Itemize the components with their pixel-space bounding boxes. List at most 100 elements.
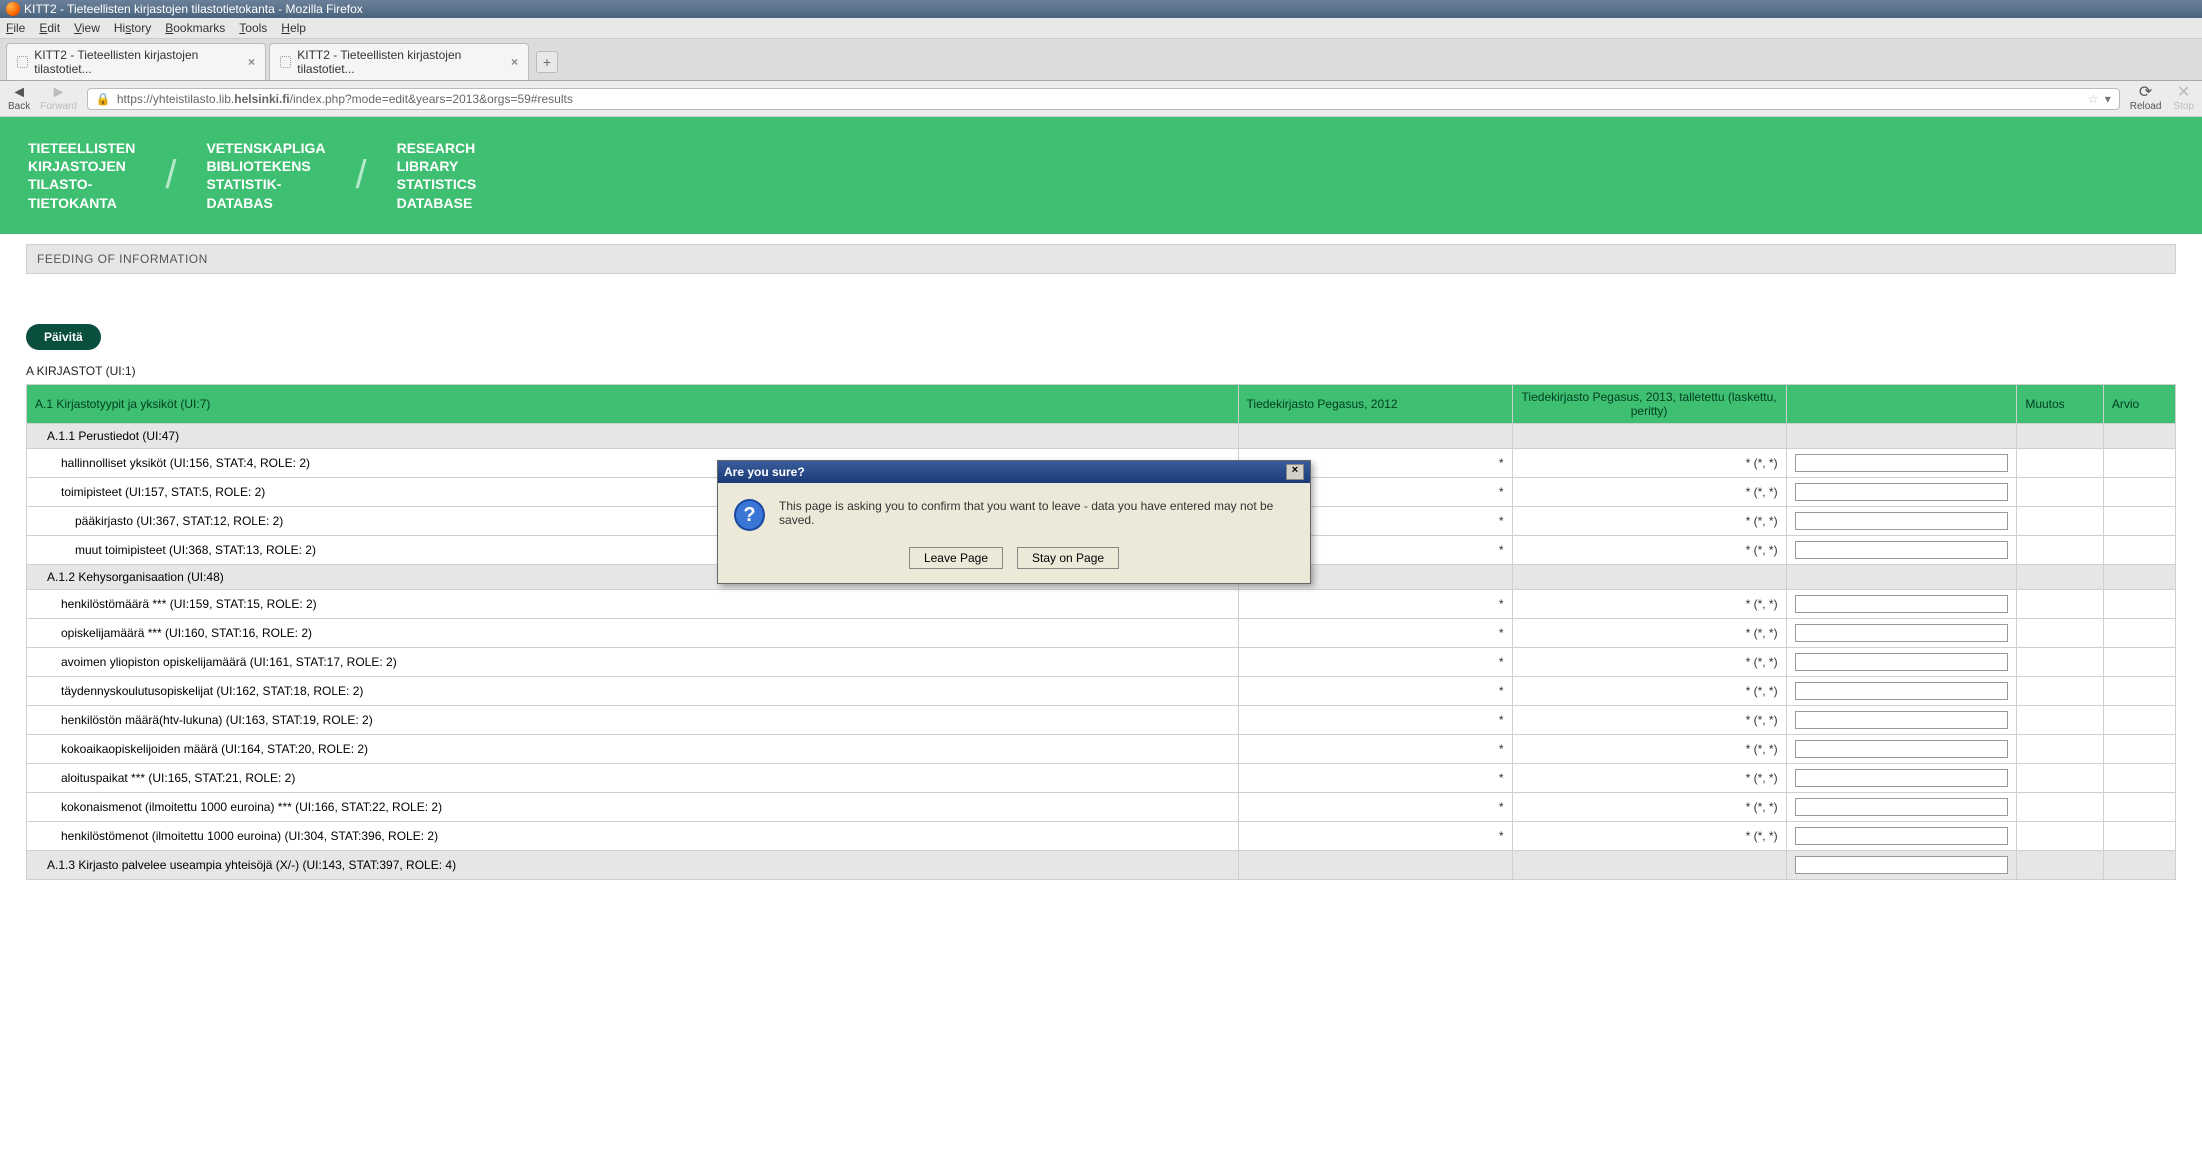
cell-muutos	[2017, 535, 2104, 564]
cell-arvio	[2103, 647, 2175, 676]
dialog-close-button[interactable]: ×	[1286, 464, 1304, 480]
reload-icon: ⟳	[2139, 85, 2152, 101]
stop-button[interactable]: ✕ Stop	[2173, 85, 2194, 112]
row-label: kokonaismenot (ilmoitettu 1000 euroina) …	[27, 792, 1239, 821]
window-titlebar: KITT2 - Tieteellisten kirjastojen tilast…	[0, 0, 2202, 18]
value-input[interactable]	[1795, 827, 2009, 845]
banner-link-sv[interactable]: VETENSKAPLIGA BIBLIOTEKENS STATISTIK- DA…	[206, 139, 325, 212]
url-text: https://yhteistilasto.lib.helsinki.fi/in…	[117, 92, 573, 106]
value-input[interactable]	[1795, 483, 2009, 501]
cell-arvio	[2103, 618, 2175, 647]
cell-muutos	[2017, 821, 2104, 850]
cell-empty	[1238, 423, 1512, 448]
cell-2012: *	[1238, 647, 1512, 676]
leave-page-button[interactable]: Leave Page	[909, 547, 1003, 569]
value-input[interactable]	[1795, 856, 2009, 874]
cell-arvio	[2103, 734, 2175, 763]
cell-2013: * (*, *)	[1512, 821, 1786, 850]
stop-label: Stop	[2173, 101, 2194, 112]
lock-icon: 🔒	[96, 92, 111, 106]
cell-input-wrap	[1786, 734, 2017, 763]
cell-input-wrap	[1786, 506, 2017, 535]
cell-muutos	[2017, 734, 2104, 763]
url-path: /index.php?mode=edit&years=2013&orgs=59#…	[290, 92, 573, 106]
banner-link-fi[interactable]: TIETEELLISTEN KIRJASTOJEN TILASTO- TIETO…	[28, 139, 135, 212]
value-input[interactable]	[1795, 512, 2009, 530]
menu-file[interactable]: File	[6, 21, 25, 35]
cell-2012: *	[1238, 589, 1512, 618]
value-input[interactable]	[1795, 769, 2009, 787]
banner-link-en[interactable]: RESEARCH LIBRARY STATISTICS DATABASE	[397, 139, 477, 212]
confirm-dialog: Are you sure? × ? This page is asking yo…	[717, 460, 1311, 584]
value-input[interactable]	[1795, 653, 2009, 671]
url-bar[interactable]: 🔒 https://yhteistilasto.lib.helsinki.fi/…	[87, 88, 2120, 110]
cell-empty	[1512, 564, 1786, 589]
breadcrumb-bar: FEEDING OF INFORMATION	[26, 244, 2176, 274]
cell-2012: *	[1238, 763, 1512, 792]
cell-arvio	[2103, 589, 2175, 618]
cell-arvio	[2103, 448, 2175, 477]
cell-input-wrap	[1786, 676, 2017, 705]
cell-empty	[2017, 850, 2104, 879]
cell-muutos	[2017, 647, 2104, 676]
cell-arvio	[2103, 676, 2175, 705]
cell-input-wrap	[1786, 564, 2017, 589]
close-icon[interactable]: ×	[248, 55, 255, 69]
table-row: henkilöstön määrä(htv-lukuna) (UI:163, S…	[27, 705, 2176, 734]
value-input[interactable]	[1795, 595, 2009, 613]
value-input[interactable]	[1795, 740, 2009, 758]
value-input[interactable]	[1795, 454, 2009, 472]
dropdown-icon[interactable]: ▾	[2105, 92, 2111, 106]
forward-button[interactable]: ► Forward	[40, 85, 77, 112]
close-icon[interactable]: ×	[511, 55, 518, 69]
cell-empty	[2103, 423, 2175, 448]
table-row: kokonaismenot (ilmoitettu 1000 euroina) …	[27, 792, 2176, 821]
back-button[interactable]: ◄ Back	[8, 85, 30, 112]
tab-2[interactable]: KITT2 - Tieteellisten kirjastojen tilast…	[269, 43, 529, 80]
cell-2013: * (*, *)	[1512, 705, 1786, 734]
cell-2013: * (*, *)	[1512, 792, 1786, 821]
cell-arvio	[2103, 705, 2175, 734]
cell-input-wrap	[1786, 647, 2017, 676]
new-tab-button[interactable]: +	[536, 51, 558, 73]
cell-arvio	[2103, 477, 2175, 506]
cell-empty	[1238, 850, 1512, 879]
tab-1[interactable]: KITT2 - Tieteellisten kirjastojen tilast…	[6, 43, 266, 80]
table-row: A.1.1 Perustiedot (UI:47)	[27, 423, 2176, 448]
cell-input-wrap	[1786, 850, 2017, 879]
cell-empty	[2103, 850, 2175, 879]
question-icon: ?	[734, 499, 765, 531]
cell-muutos	[2017, 705, 2104, 734]
value-input[interactable]	[1795, 711, 2009, 729]
menu-edit[interactable]: Edit	[39, 21, 60, 35]
arrow-right-icon: ►	[51, 85, 67, 101]
site-banner: TIETEELLISTEN KIRJASTOJEN TILASTO- TIETO…	[0, 117, 2202, 234]
cell-input-wrap	[1786, 618, 2017, 647]
divider-icon: /	[355, 153, 366, 198]
value-input[interactable]	[1795, 624, 2009, 642]
update-button[interactable]: Päivitä	[26, 324, 101, 350]
table-row: täydennyskoulutusopiskelijat (UI:162, ST…	[27, 676, 2176, 705]
menu-tools[interactable]: Tools	[239, 21, 267, 35]
cell-empty	[1512, 850, 1786, 879]
stay-on-page-button[interactable]: Stay on Page	[1017, 547, 1119, 569]
tab-label: KITT2 - Tieteellisten kirjastojen tilast…	[297, 48, 505, 76]
menu-help[interactable]: Help	[281, 21, 306, 35]
value-input[interactable]	[1795, 798, 2009, 816]
table-row: avoimen yliopiston opiskelijamäärä (UI:1…	[27, 647, 2176, 676]
th-year-2012: Tiedekirjasto Pegasus, 2012	[1238, 384, 1512, 423]
cell-muutos	[2017, 792, 2104, 821]
reload-button[interactable]: ⟳ Reload	[2130, 85, 2162, 112]
menu-history[interactable]: History	[114, 21, 151, 35]
menu-bar: File Edit View History Bookmarks Tools H…	[0, 18, 2202, 39]
bookmark-star-icon[interactable]: ☆	[2088, 92, 2099, 106]
stop-icon: ✕	[2177, 85, 2190, 101]
value-input[interactable]	[1795, 541, 2009, 559]
menu-view[interactable]: View	[74, 21, 100, 35]
cell-arvio	[2103, 821, 2175, 850]
menu-bookmarks[interactable]: Bookmarks	[165, 21, 225, 35]
dialog-titlebar: Are you sure? ×	[718, 461, 1310, 483]
cell-muutos	[2017, 763, 2104, 792]
cell-2013: * (*, *)	[1512, 734, 1786, 763]
value-input[interactable]	[1795, 682, 2009, 700]
